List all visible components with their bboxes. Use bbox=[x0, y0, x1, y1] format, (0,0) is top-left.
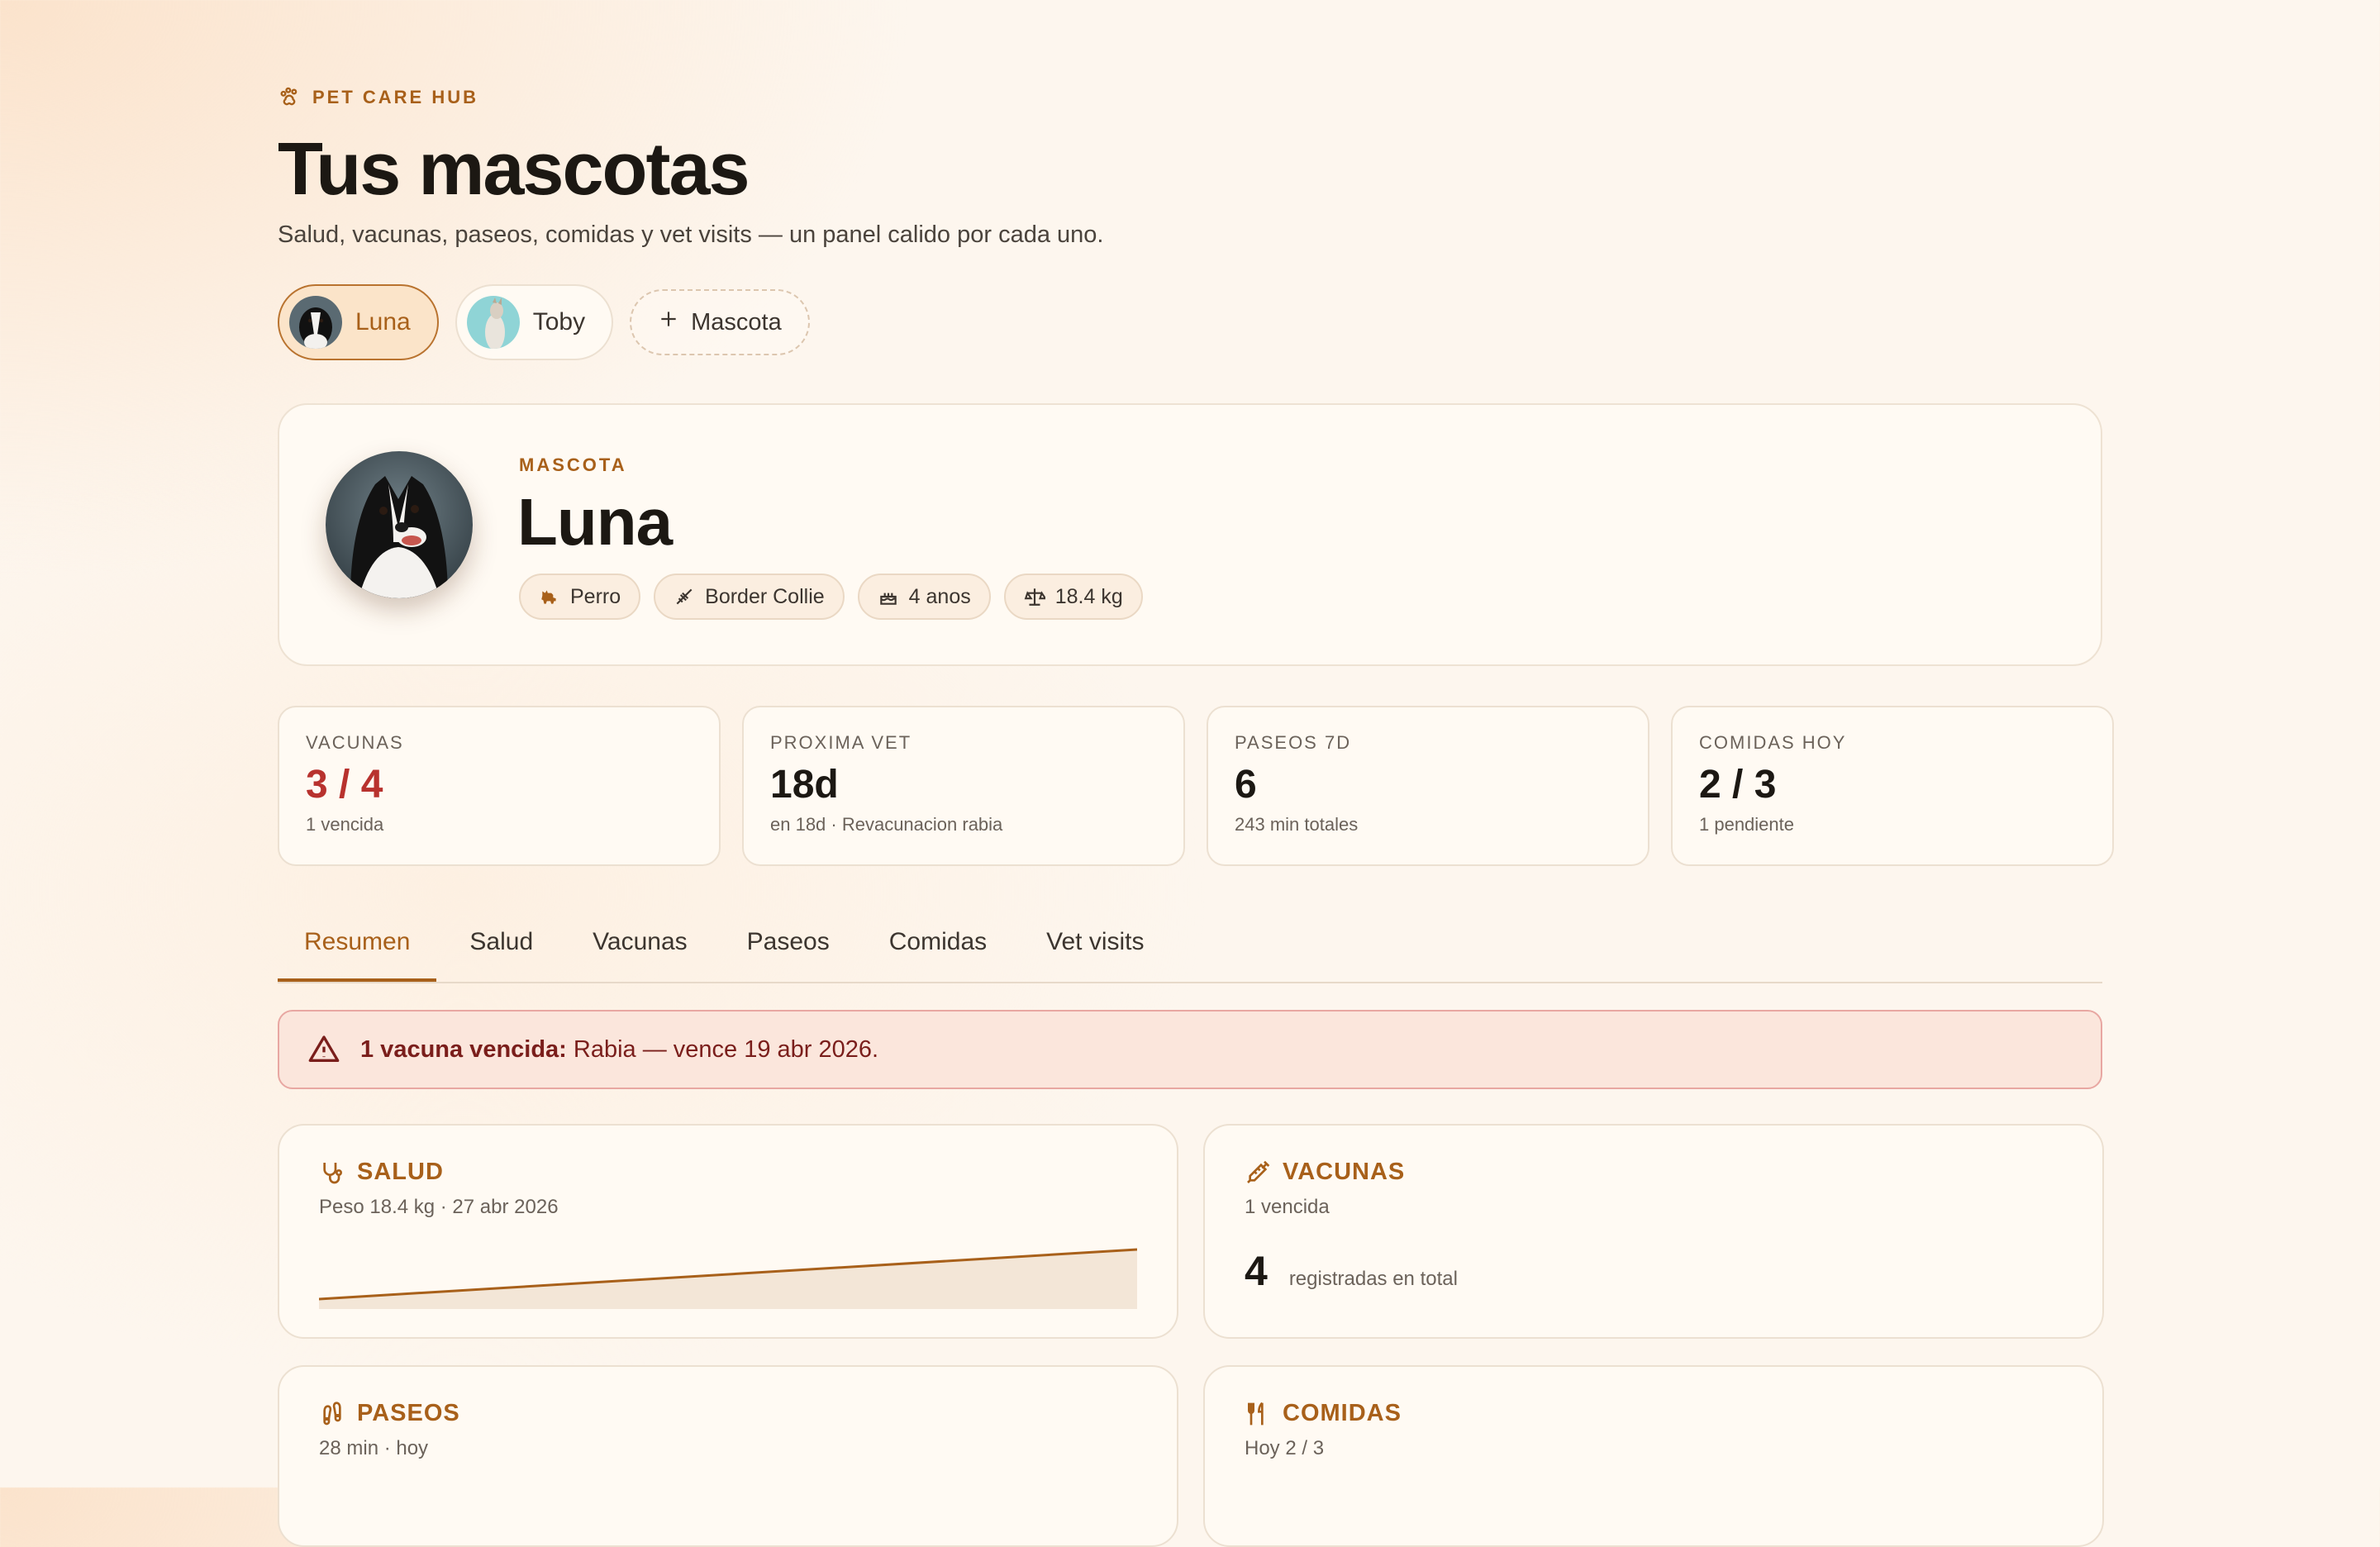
stat-sub: en 18d · Revacunacion rabia bbox=[770, 814, 1003, 835]
vacunas-card-header: VACUNAS bbox=[1245, 1159, 2063, 1186]
tab-vacunas[interactable]: Vacunas bbox=[566, 902, 714, 982]
salud-card-header: SALUD bbox=[319, 1159, 1137, 1186]
vacunas-count-label: registradas en total bbox=[1288, 1268, 1458, 1290]
scale-icon bbox=[1024, 588, 1045, 606]
weight-label: 18.4 kg bbox=[1054, 584, 1123, 608]
stat-label: VACUNAS bbox=[306, 732, 404, 753]
pet-chip-luna[interactable]: Luna bbox=[278, 284, 439, 360]
age-label: 4 anos bbox=[908, 584, 971, 608]
stat-sub: 1 pendiente bbox=[1699, 814, 1794, 835]
tab-paseos[interactable]: Paseos bbox=[721, 902, 856, 982]
dog-icon bbox=[541, 590, 556, 604]
stethoscope-icon bbox=[323, 1162, 342, 1183]
comidas-card-sub: Hoy 2 / 3 bbox=[1245, 1437, 1325, 1459]
pet-chip-label: Toby bbox=[532, 308, 586, 336]
stat-card-proxima-vet[interactable]: PROXIMA VET 18d en 18d · Revacunacion ra… bbox=[742, 706, 1185, 866]
brand-label: PET CARE HUB bbox=[312, 87, 479, 107]
vacunas-count-value: 4 bbox=[1245, 1248, 1268, 1294]
alert-text: 1 vacuna vencida: Rabia — vence 19 abr 2… bbox=[360, 1036, 878, 1064]
vacunas-card-title: VACUNAS bbox=[1283, 1159, 1406, 1185]
tab-salud[interactable]: Salud bbox=[443, 902, 559, 982]
stat-value: 2 / 3 bbox=[1699, 763, 1777, 807]
stat-label: COMIDAS HOY bbox=[1699, 732, 1847, 753]
add-pet-label: Mascota bbox=[691, 308, 782, 336]
syringe-icon bbox=[1247, 1160, 1270, 1183]
avatar bbox=[289, 296, 342, 349]
vacunas-card-sub: 1 vencida bbox=[1245, 1196, 1330, 1218]
pet-profile-card: MASCOTA Luna Perro Border Collie 4 anos … bbox=[278, 403, 2102, 666]
paseos-card-title: PASEOS bbox=[357, 1400, 460, 1426]
page-subtitle: Salud, vacunas, paseos, comidas y vet vi… bbox=[278, 221, 1104, 248]
stat-value: 18d bbox=[770, 763, 839, 807]
age-badge: 4 anos bbox=[857, 574, 991, 620]
page-title: Tus mascotas bbox=[278, 128, 750, 211]
stat-label: PASEOS 7D bbox=[1235, 732, 1352, 753]
tab-bar: Resumen Salud Vacunas Paseos Comidas Vet… bbox=[278, 902, 2102, 983]
pet-chip-label: Luna bbox=[355, 308, 411, 336]
tab-resumen[interactable]: Resumen bbox=[278, 902, 437, 982]
brand: PET CARE HUB bbox=[278, 86, 478, 109]
stat-value: 6 bbox=[1235, 763, 1257, 807]
add-pet-button[interactable]: Mascota bbox=[630, 289, 810, 355]
profile-tag: MASCOTA bbox=[519, 455, 627, 475]
vacunas-count: 4 registradas en total bbox=[1245, 1247, 2063, 1295]
stat-value: 3 / 4 bbox=[306, 763, 383, 807]
stats-row: VACUNAS 3 / 4 1 vencida PROXIMA VET 18d … bbox=[278, 706, 2114, 866]
stat-sub: 1 vencida bbox=[306, 814, 384, 835]
comidas-card-header: COMIDAS bbox=[1245, 1400, 2063, 1427]
salud-card-title: SALUD bbox=[357, 1159, 444, 1185]
utensils-icon bbox=[1248, 1402, 1264, 1425]
paseos-card[interactable]: PASEOS 28 min · hoy bbox=[278, 1365, 1178, 1547]
paw-icon bbox=[280, 87, 298, 106]
tab-comidas[interactable]: Comidas bbox=[863, 902, 1013, 982]
vacunas-card[interactable]: VACUNAS 1 vencida 4 registradas en total bbox=[1203, 1124, 2104, 1339]
weight-trend-sparkline bbox=[319, 1248, 1137, 1309]
footprints-icon bbox=[323, 1401, 341, 1425]
species-badge: Perro bbox=[519, 574, 641, 620]
pet-selector: Luna Toby Mascota bbox=[278, 284, 810, 360]
tab-vet-visits[interactable]: Vet visits bbox=[1020, 902, 1170, 982]
species-label: Perro bbox=[570, 584, 621, 608]
plus-icon bbox=[658, 308, 679, 336]
paseos-card-sub: 28 min · hoy bbox=[319, 1437, 429, 1459]
breed-label: Border Collie bbox=[705, 584, 825, 608]
avatar bbox=[466, 296, 520, 349]
cake-icon bbox=[879, 593, 897, 605]
comidas-card[interactable]: COMIDAS Hoy 2 / 3 bbox=[1203, 1365, 2104, 1547]
warning-icon bbox=[308, 1035, 340, 1062]
alert-strong: 1 vacuna vencida: bbox=[360, 1035, 567, 1063]
dna-icon bbox=[676, 588, 693, 605]
comidas-card-title: COMIDAS bbox=[1283, 1400, 1402, 1426]
pet-chip-toby[interactable]: Toby bbox=[455, 284, 614, 360]
breed-badge: Border Collie bbox=[654, 574, 845, 620]
paseos-card-header: PASEOS bbox=[319, 1400, 1137, 1427]
stat-card-vacunas[interactable]: VACUNAS 3 / 4 1 vencida bbox=[278, 706, 721, 866]
salud-card-sub: Peso 18.4 kg · 27 abr 2026 bbox=[319, 1196, 559, 1218]
pet-attributes: Perro Border Collie 4 anos 18.4 kg bbox=[519, 574, 1143, 620]
stat-card-paseos[interactable]: PASEOS 7D 6 243 min totales bbox=[1207, 706, 1649, 866]
salud-card[interactable]: SALUD Peso 18.4 kg · 27 abr 2026 bbox=[278, 1124, 1178, 1339]
weight-badge: 18.4 kg bbox=[1003, 574, 1143, 620]
overdue-vaccine-alert: 1 vacuna vencida: Rabia — vence 19 abr 2… bbox=[278, 1010, 2102, 1089]
stat-card-comidas[interactable]: COMIDAS HOY 2 / 3 1 pendiente bbox=[1671, 706, 2114, 866]
stat-label: PROXIMA VET bbox=[770, 732, 912, 753]
alert-detail: Rabia — vence 19 abr 2026. bbox=[566, 1035, 879, 1063]
stat-sub: 243 min totales bbox=[1235, 814, 1359, 835]
pet-avatar bbox=[326, 451, 473, 598]
pet-name: Luna bbox=[517, 485, 673, 559]
